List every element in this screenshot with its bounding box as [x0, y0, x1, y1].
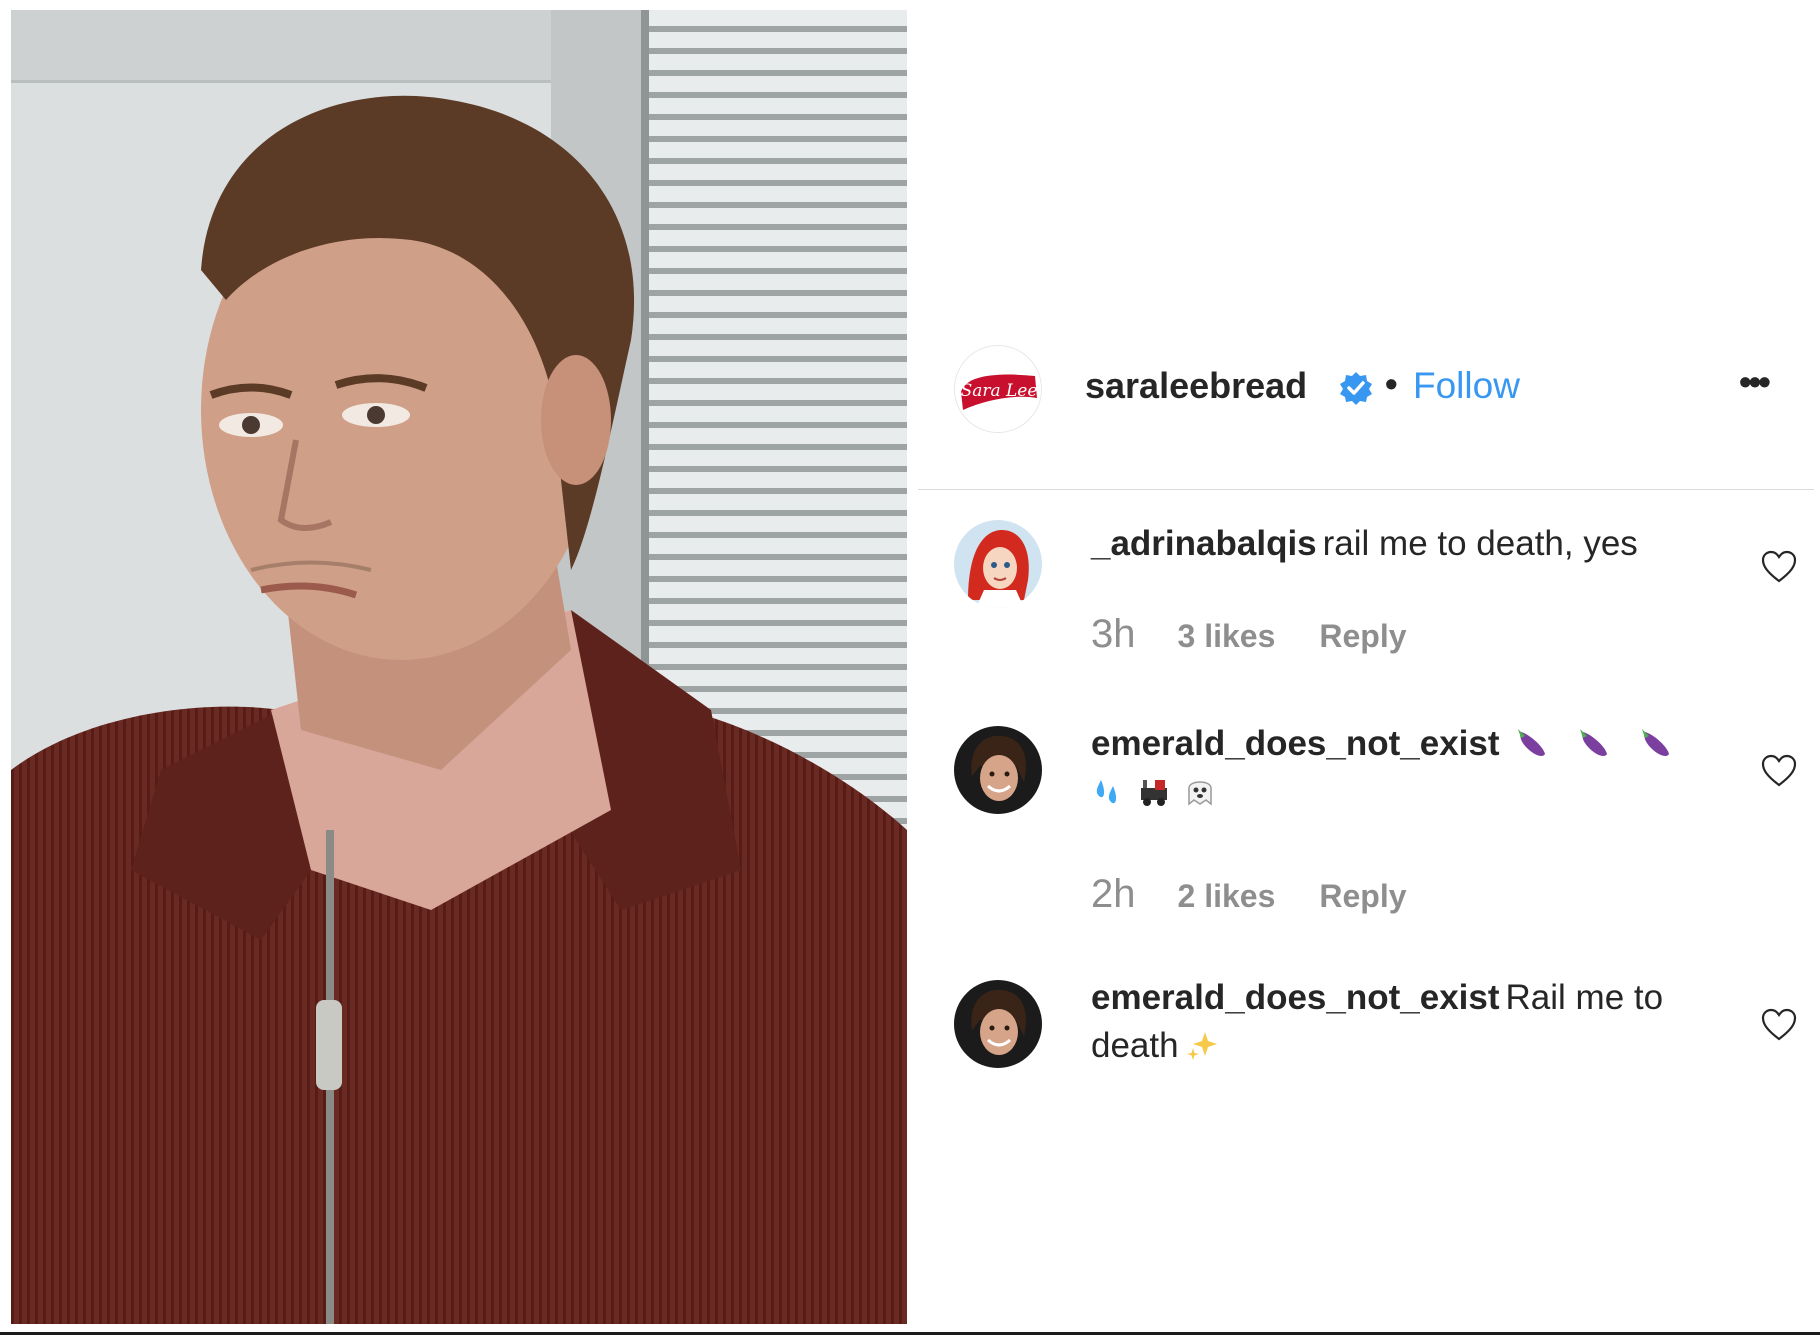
comment-time[interactable]: 2h — [1091, 872, 1136, 916]
commenter-avatar[interactable] — [954, 520, 1042, 608]
sara-lee-logo: Sara Lee — [955, 346, 1041, 432]
heart-outline-icon[interactable] — [1761, 1008, 1797, 1042]
comment-text: emerald_does_not_exist — [1091, 720, 1721, 816]
bottom-border — [0, 1332, 1820, 1335]
commenter-avatar[interactable] — [954, 980, 1042, 1068]
commenter-avatar-image — [954, 520, 1042, 608]
locomotive-emoji-icon — [1141, 780, 1167, 806]
commenter-avatar-image — [954, 726, 1042, 814]
heart-outline-icon[interactable] — [1761, 550, 1797, 584]
ghost-emoji-icon — [1188, 781, 1212, 806]
reply-button[interactable]: Reply — [1319, 878, 1406, 914]
comment-meta: 3h 3 likes Reply — [1091, 612, 1407, 657]
post-header: Sara Lee saraleebread • Follow ••• — [918, 345, 1820, 433]
commenter-avatar-image — [954, 980, 1042, 1068]
comment-likes[interactable]: 2 likes — [1178, 878, 1276, 914]
instagram-post-view: Sara Lee saraleebread • Follow ••• _adri… — [0, 0, 1820, 1338]
comment-body: rail me to death, yes — [1322, 524, 1638, 563]
account-avatar[interactable]: Sara Lee — [954, 345, 1042, 433]
commenter-avatar[interactable] — [954, 726, 1042, 814]
more-options-icon[interactable]: ••• — [1739, 361, 1771, 403]
heart-outline-icon[interactable] — [1761, 754, 1797, 788]
reply-button[interactable]: Reply — [1319, 618, 1406, 654]
post-photo-illustration — [11, 10, 907, 1324]
sparkles-emoji-icon — [1186, 1032, 1217, 1060]
verified-badge-icon — [1340, 372, 1372, 405]
post-sidebar: Sara Lee saraleebread • Follow ••• _adri… — [918, 0, 1820, 1330]
comment-text: emerald_does_not_exist Rail me to death — [1091, 974, 1721, 1070]
comment-likes[interactable]: 3 likes — [1178, 618, 1276, 654]
comment-text: _adrinabalqis rail me to death, yes — [1091, 520, 1721, 568]
comment-time[interactable]: 3h — [1091, 612, 1136, 656]
comment-meta: 2h 2 likes Reply — [1091, 872, 1407, 917]
eggplant-emoji-icon — [1642, 729, 1670, 756]
eggplant-emoji-icon — [1518, 729, 1546, 756]
svg-text:Sara Lee: Sara Lee — [961, 381, 1038, 401]
sweat-droplets-emoji-icon — [1096, 780, 1117, 804]
comment-username[interactable]: emerald_does_not_exist — [1091, 724, 1500, 763]
post-photo[interactable] — [11, 10, 907, 1324]
header-separator: • — [1385, 363, 1398, 404]
comment-username[interactable]: emerald_does_not_exist — [1091, 978, 1500, 1017]
eggplant-emoji-icon — [1580, 729, 1608, 756]
account-username[interactable]: saraleebread — [1085, 365, 1307, 407]
follow-button[interactable]: Follow — [1413, 365, 1520, 407]
comment-username[interactable]: _adrinabalqis — [1091, 524, 1317, 563]
header-divider — [918, 489, 1814, 490]
